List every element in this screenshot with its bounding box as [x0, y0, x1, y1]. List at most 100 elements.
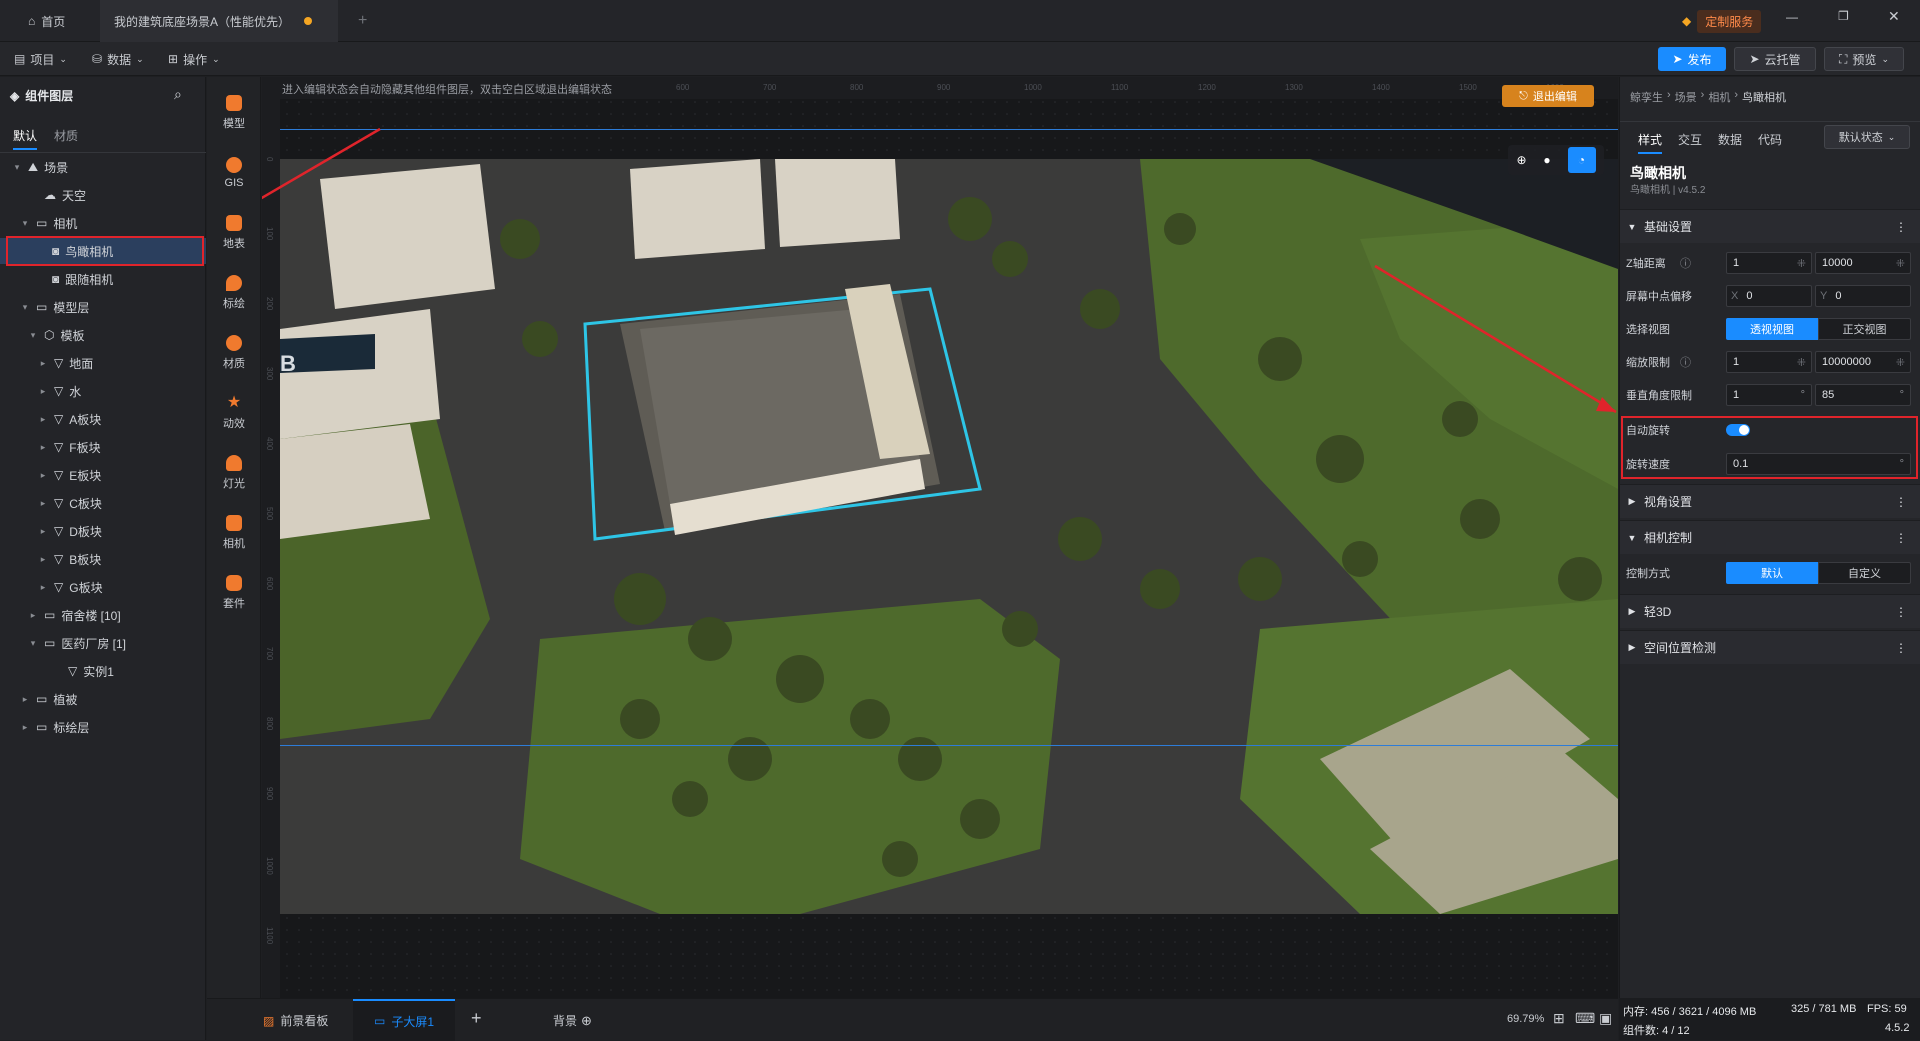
tab-home[interactable]: ⌂ 首页 — [14, 0, 90, 42]
cloud-button[interactable]: ➤ 云托管 — [1734, 47, 1816, 71]
tree-item-camera-group[interactable]: ▾ ▭ 相机 — [0, 210, 206, 236]
tab-sub-screen[interactable]: ▭ 子大屏1 — [353, 999, 455, 1041]
zoom-level[interactable]: 69.79% — [1507, 1013, 1544, 1025]
help-icon[interactable]: ⓘ — [1680, 354, 1691, 370]
scene-viewport[interactable]: B — [280, 159, 1618, 914]
iconbar-gis[interactable]: GIS — [207, 145, 261, 201]
tree-toggle-icon[interactable]: ▾ — [20, 302, 30, 313]
stepper-icon[interactable]: ⁜ — [1797, 356, 1806, 369]
offset-y-input[interactable]: Y0 — [1815, 285, 1911, 307]
section-camera-control[interactable]: ▼ 相机控制 ⋮ — [1620, 520, 1920, 554]
tree-toggle-icon[interactable]: ▾ — [28, 638, 38, 649]
tree-toggle-icon[interactable]: ▸ — [38, 526, 48, 537]
globe-icon[interactable]: ⊕ — [1516, 153, 1526, 167]
add-circle-icon[interactable]: ⊕ — [581, 1013, 592, 1029]
terminal-icon[interactable]: ▣ — [1599, 1010, 1612, 1027]
tree-item-block-f[interactable]: ▸ ▽ F板块 — [0, 434, 206, 460]
iconbar-kit[interactable]: 套件 — [207, 565, 261, 621]
tree-toggle-icon[interactable]: ▸ — [20, 722, 30, 733]
menu-operate[interactable]: ⊞ 操作 ⌄ — [168, 42, 220, 76]
breadcrumb-item[interactable]: 相机 — [1708, 89, 1730, 105]
tree-toggle-icon[interactable]: ▸ — [38, 582, 48, 593]
perspective-view-option[interactable]: 透视视图 — [1726, 318, 1818, 340]
zoom-min-input[interactable]: 1 ⁜ — [1726, 351, 1812, 373]
tree-item-block-d[interactable]: ▸ ▽ D板块 — [0, 518, 206, 544]
tree-item-vegetation[interactable]: ▸ ▭ 植被 — [0, 686, 206, 712]
breadcrumb-item[interactable]: 鲸孪生 — [1630, 89, 1663, 105]
tree-toggle-icon[interactable]: ▸ — [38, 498, 48, 509]
tab-material[interactable]: 材质 — [54, 127, 78, 144]
help-icon[interactable]: ⓘ — [1680, 255, 1691, 271]
stepper-icon[interactable]: ⁜ — [1797, 257, 1806, 270]
tree-item-water[interactable]: ▸ ▽ 水 — [0, 378, 206, 404]
exit-edit-button[interactable]: ⎋ 退出编辑 — [1502, 85, 1594, 107]
tab-scene[interactable]: 我的建筑底座场景A（性能优先） — [100, 0, 338, 42]
iconbar-annotate[interactable]: 标绘 — [207, 265, 261, 321]
add-screen-button[interactable]: + — [471, 1008, 482, 1029]
tab-default[interactable]: 默认 — [13, 127, 38, 150]
more-icon[interactable]: ⋮ — [1895, 641, 1907, 655]
tree-item-annotation-layer[interactable]: ▸ ▭ 标绘层 — [0, 714, 206, 740]
z-max-input[interactable]: 10000 ⁜ — [1815, 252, 1911, 274]
iconbar-material[interactable]: 材质 — [207, 325, 261, 381]
tree-toggle-icon[interactable]: ▸ — [38, 358, 48, 369]
stepper-icon[interactable]: ⁜ — [1896, 356, 1905, 369]
custom-service-button[interactable]: ◆ 定制服务 — [1682, 9, 1762, 33]
orbit-icon[interactable]: ◔ — [1567, 147, 1596, 173]
iconbar-light[interactable]: 灯光 — [207, 445, 261, 501]
control-default-option[interactable]: 默认 — [1726, 562, 1818, 584]
minimize-icon[interactable]: — — [1786, 10, 1798, 24]
more-icon[interactable]: ⋮ — [1895, 605, 1907, 619]
iconbar-model[interactable]: 模型 — [207, 85, 261, 141]
scene-canvas[interactable]: 进入编辑状态会自动隐藏其他组件图层，双击空白区域退出编辑状态 600 700 800… — [262, 77, 1618, 998]
iconbar-surface[interactable]: 地表 — [207, 205, 261, 261]
tree-item-dormitory[interactable]: ▸ ▭ 宿舍楼 [10] — [0, 602, 206, 628]
iconbar-camera[interactable]: 相机 — [207, 505, 261, 561]
zoom-max-input[interactable]: 10000000 ⁜ — [1815, 351, 1911, 373]
control-custom-option[interactable]: 自定义 — [1818, 562, 1911, 584]
tree-toggle-icon[interactable]: ▸ — [38, 554, 48, 565]
tree-item-model-layer[interactable]: ▾ ▭ 模型层 — [0, 294, 206, 320]
tree-item-block-c[interactable]: ▸ ▽ C板块 — [0, 490, 206, 516]
section-light-3d[interactable]: ▶ 轻3D ⋮ — [1620, 594, 1920, 628]
tab-data[interactable]: 数据 — [1718, 131, 1742, 148]
tree-toggle-icon[interactable]: ▸ — [20, 694, 30, 705]
ortho-view-option[interactable]: 正交视图 — [1818, 318, 1911, 340]
offset-x-input[interactable]: X0 — [1726, 285, 1812, 307]
tree-toggle-icon[interactable]: ▸ — [38, 442, 48, 453]
tree-item-block-b[interactable]: ▸ ▽ B板块 — [0, 546, 206, 572]
iconbar-effect[interactable]: ★ 动效 — [207, 385, 261, 441]
tree-item-follow-camera[interactable]: ◙ 跟随相机 — [0, 266, 206, 292]
breadcrumb-item[interactable]: 场景 — [1675, 89, 1697, 105]
tree-item-block-a[interactable]: ▸ ▽ A板块 — [0, 406, 206, 432]
z-min-input[interactable]: 1 ⁜ — [1726, 252, 1812, 274]
keyboard-icon[interactable]: ⌨ — [1575, 1010, 1595, 1027]
more-icon[interactable]: ⋮ — [1895, 495, 1907, 509]
tree-toggle-icon[interactable]: ▸ — [38, 414, 48, 425]
add-tab-button[interactable]: + — [344, 0, 381, 42]
tree-item-pharma-plant[interactable]: ▾ ▭ 医药厂房 [1] — [0, 630, 206, 656]
sphere-icon[interactable]: ● — [1543, 153, 1550, 167]
more-icon[interactable]: ⋮ — [1895, 531, 1907, 545]
tab-code[interactable]: 代码 — [1758, 131, 1782, 148]
close-icon[interactable]: ✕ — [1888, 8, 1900, 25]
state-select[interactable]: 默认状态 ⌄ — [1824, 125, 1910, 149]
search-icon[interactable]: ⌕ — [174, 86, 182, 103]
tree-toggle-icon[interactable]: ▸ — [38, 386, 48, 397]
tab-interaction[interactable]: 交互 — [1678, 131, 1702, 148]
section-basic-settings[interactable]: ▼ 基础设置 ⋮ — [1620, 209, 1920, 243]
tree-toggle-icon[interactable]: ▸ — [28, 610, 38, 621]
tree-item-instance1[interactable]: ▽ 实例1 — [0, 658, 206, 684]
tree-item-sky[interactable]: ☁ 天空 — [0, 182, 206, 208]
section-view-settings[interactable]: ▶ 视角设置 ⋮ — [1620, 484, 1920, 518]
tree-toggle-icon[interactable]: ▾ — [28, 330, 38, 341]
section-space-detect[interactable]: ▶ 空间位置检测 ⋮ — [1620, 630, 1920, 664]
restore-icon[interactable]: ❐ — [1838, 9, 1849, 23]
tree-toggle-icon[interactable]: ▸ — [38, 470, 48, 481]
tree-item-block-e[interactable]: ▸ ▽ E板块 — [0, 462, 206, 488]
tab-style[interactable]: 样式 — [1638, 127, 1663, 154]
tree-item-scene[interactable]: ▾ ⛰ 场景 — [0, 154, 206, 180]
publish-button[interactable]: ➤ 发布 — [1658, 47, 1726, 71]
fit-screen-icon[interactable]: ⊞ — [1553, 1010, 1565, 1027]
tree-toggle-icon[interactable]: ▾ — [12, 162, 22, 173]
